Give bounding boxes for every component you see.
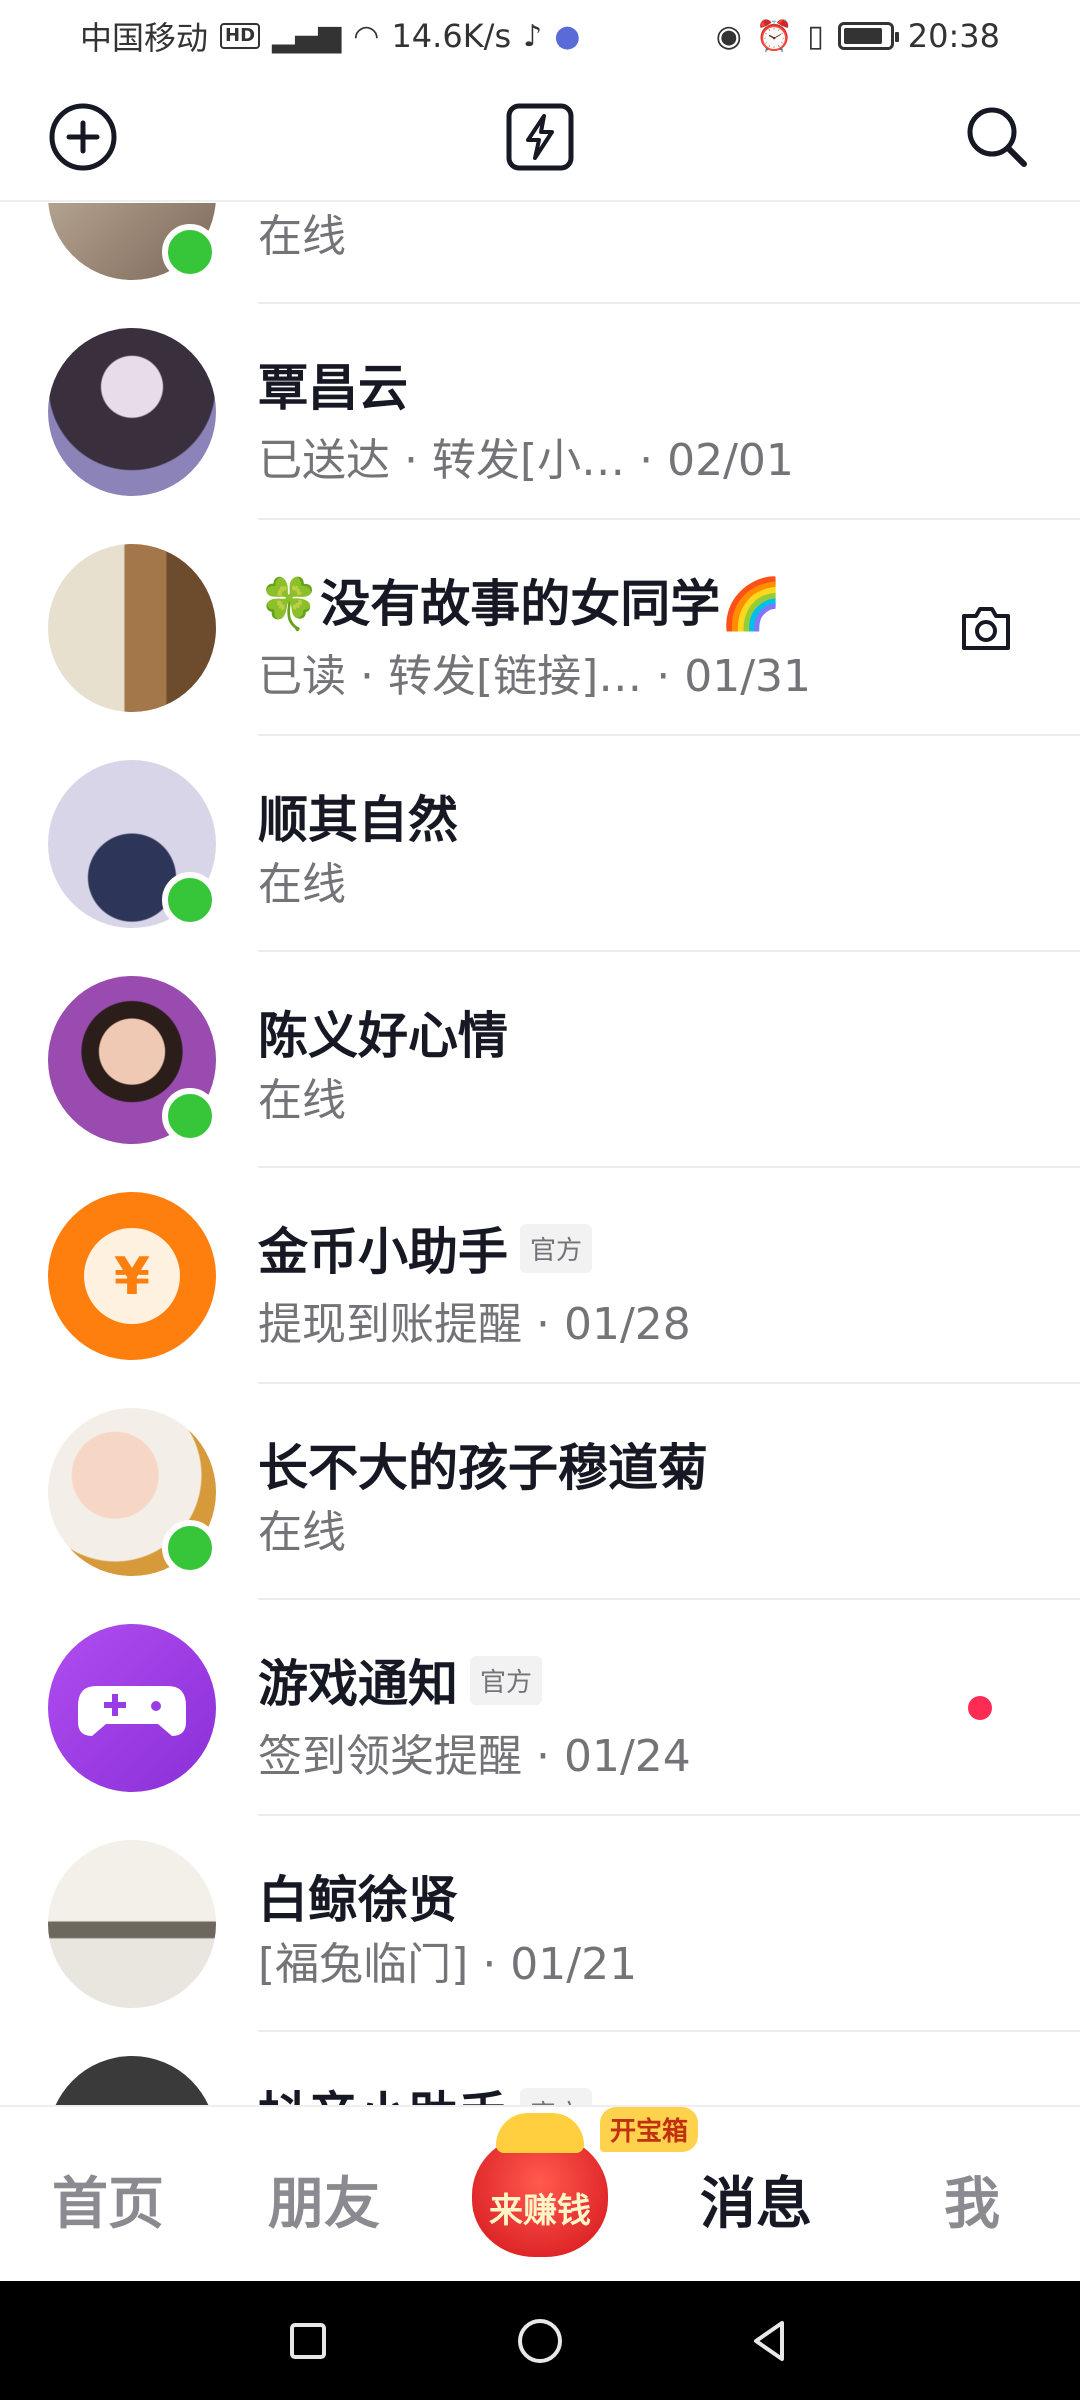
conversation-row[interactable]: ¥ 金币小助手 官方 提现到账提醒 · 01/28 <box>0 1168 1080 1384</box>
conversation-row[interactable]: 顺其自然 在线 <box>0 736 1080 952</box>
avatar <box>48 328 216 496</box>
official-badge: 官方 <box>520 2087 593 2105</box>
flash-button[interactable] <box>505 102 575 172</box>
avatar <box>48 1840 216 2008</box>
conversation-row[interactable]: 白鲸徐贤 [福兔临门] · 01/21 <box>0 1816 1080 2032</box>
plus-circle-icon <box>49 103 117 171</box>
alarm-icon: ⏰ <box>755 18 794 54</box>
official-badge: 官方 <box>470 1655 543 1705</box>
message-preview: 提现到账提醒 · 01/28 <box>258 1299 691 1350</box>
conversation-row[interactable]: 在线 <box>0 203 1080 304</box>
avatar <box>48 2056 216 2105</box>
official-badge: 官方 <box>520 1223 593 1273</box>
open-chest-badge[interactable]: 开宝箱 <box>600 2107 699 2152</box>
music-notify-icon: ● <box>554 18 581 54</box>
add-button[interactable] <box>48 102 118 172</box>
online-status-dot <box>162 1088 218 1144</box>
camera-icon[interactable] <box>956 598 1016 658</box>
contact-name-text: 抖音小助手 <box>258 2076 508 2105</box>
yuan-coin-icon: ¥ <box>84 1228 180 1324</box>
lightning-icon <box>506 103 574 171</box>
message-preview: 在线 <box>258 211 346 262</box>
tiktok-notify-icon: ♪ <box>523 18 543 54</box>
earn-money-button[interactable]: 来赚钱 <box>466 2113 616 2263</box>
conversation-row[interactable]: 陈义好心情 在线 <box>0 952 1080 1168</box>
back-triangle-icon[interactable] <box>740 2311 800 2371</box>
contact-name: 陈义好心情 <box>258 1007 508 1065</box>
header <box>0 72 1080 202</box>
conversation-row[interactable]: 🍀没有故事的女同学🌈 已读 · 转发[链接]… · 01/31 <box>0 520 1080 736</box>
message-preview: 已送达 · 转发[小… · 02/01 <box>258 435 794 486</box>
conversation-row[interactable]: 长不大的孩子穆道菊 在线 <box>0 1384 1080 1600</box>
message-preview: 在线 <box>258 1075 346 1126</box>
clock: 20:38 <box>907 17 1000 55</box>
contact-name-text: 游戏通知 <box>258 1655 458 1713</box>
recent-apps-icon[interactable] <box>278 2311 338 2371</box>
search-icon <box>967 107 1027 167</box>
contact-name: 长不大的孩子穆道菊 <box>258 1439 708 1497</box>
carrier-label: 中国移动 <box>80 19 209 57</box>
tab-friends[interactable]: 朋友 <box>268 2159 380 2240</box>
contact-name: 抖音小助手 官方 <box>258 2076 593 2105</box>
contact-name: 游戏通知 官方 <box>258 1644 543 1716</box>
hd-badge: HD <box>220 23 261 49</box>
bottom-tab-bar: 首页 朋友 来赚钱 开宝箱 消息 我 <box>0 2105 1080 2281</box>
contact-name: 金币小助手 官方 <box>258 1212 593 1284</box>
avatar <box>48 544 216 712</box>
message-preview: 已读 · 转发[链接]… · 01/31 <box>258 651 812 702</box>
vibrate-icon: ▯ <box>807 18 824 54</box>
svg-text:¥: ¥ <box>114 1247 150 1307</box>
bag-top-decoration <box>496 2113 584 2153</box>
online-status-dot <box>162 872 218 928</box>
message-preview: 在线 <box>258 1507 346 1558</box>
contact-name: 🍀没有故事的女同学🌈 <box>258 575 783 633</box>
conversation-row[interactable]: 覃昌云 已送达 · 转发[小… · 02/01 <box>0 304 1080 520</box>
message-preview: [福兔临门] · 01/21 <box>258 1939 638 1990</box>
status-bar: 中国移动 HD ▂▄▆ ◠ 14.6K/s ♪ ● ◉ ⏰ ▯ 20:38 <box>0 0 1080 72</box>
system-nav-bar <box>0 2281 1080 2400</box>
gamepad-icon <box>78 1686 186 1736</box>
conversation-row[interactable]: 游戏通知 官方 签到领奖提醒 · 01/24 <box>0 1600 1080 1816</box>
unread-dot <box>968 1696 992 1720</box>
signal-icon: ▂▄▆ <box>272 18 342 54</box>
message-preview: 签到领奖提醒 · 01/24 <box>258 1731 691 1782</box>
eye-comfort-icon: ◉ <box>715 18 742 54</box>
contact-name: 顺其自然 <box>258 791 458 849</box>
network-speed: 14.6K/s <box>391 17 512 55</box>
earn-money-label: 来赚钱 <box>489 2190 591 2231</box>
contact-name: 白鲸徐贤 <box>258 1871 458 1929</box>
conversation-row[interactable]: 抖音小助手 官方 <box>0 2032 1080 2105</box>
contact-name-text: 金币小助手 <box>258 1223 508 1281</box>
contact-name: 覃昌云 <box>258 359 408 417</box>
tab-home[interactable]: 首页 <box>52 2159 164 2240</box>
avatar <box>48 1624 216 1792</box>
wifi-icon: ◠ <box>353 18 380 54</box>
tab-me[interactable]: 我 <box>944 2159 1000 2240</box>
message-preview: 在线 <box>258 859 346 910</box>
conversation-list[interactable]: 在线 覃昌云 已送达 · 转发[小… · 02/01 🍀没有故事的女同学🌈 已读… <box>0 203 1080 2105</box>
search-button[interactable] <box>962 102 1032 172</box>
online-status-dot <box>162 1520 218 1576</box>
battery-icon <box>837 22 899 50</box>
home-circle-icon[interactable] <box>510 2311 570 2371</box>
avatar: ¥ <box>48 1192 216 1360</box>
online-status-dot <box>162 224 218 280</box>
tab-messages[interactable]: 消息 <box>700 2159 812 2240</box>
